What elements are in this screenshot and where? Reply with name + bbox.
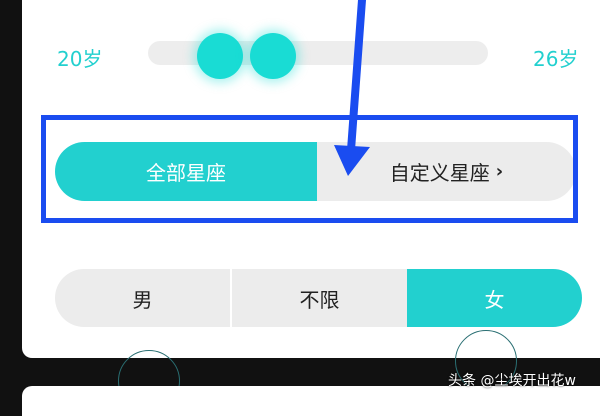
gender-female-button[interactable]: 女 <box>407 269 582 327</box>
annotation-arrow-icon <box>334 0 370 176</box>
watermark: 头条 @尘埃开出花w <box>448 373 576 389</box>
gender-male-button[interactable]: 男 <box>55 269 230 327</box>
gender-female-label: 女 <box>484 287 505 312</box>
gender-any-label: 不限 <box>299 287 340 312</box>
gender-male-label: 男 <box>132 287 153 312</box>
gender-any-button[interactable]: 不限 <box>232 269 407 327</box>
